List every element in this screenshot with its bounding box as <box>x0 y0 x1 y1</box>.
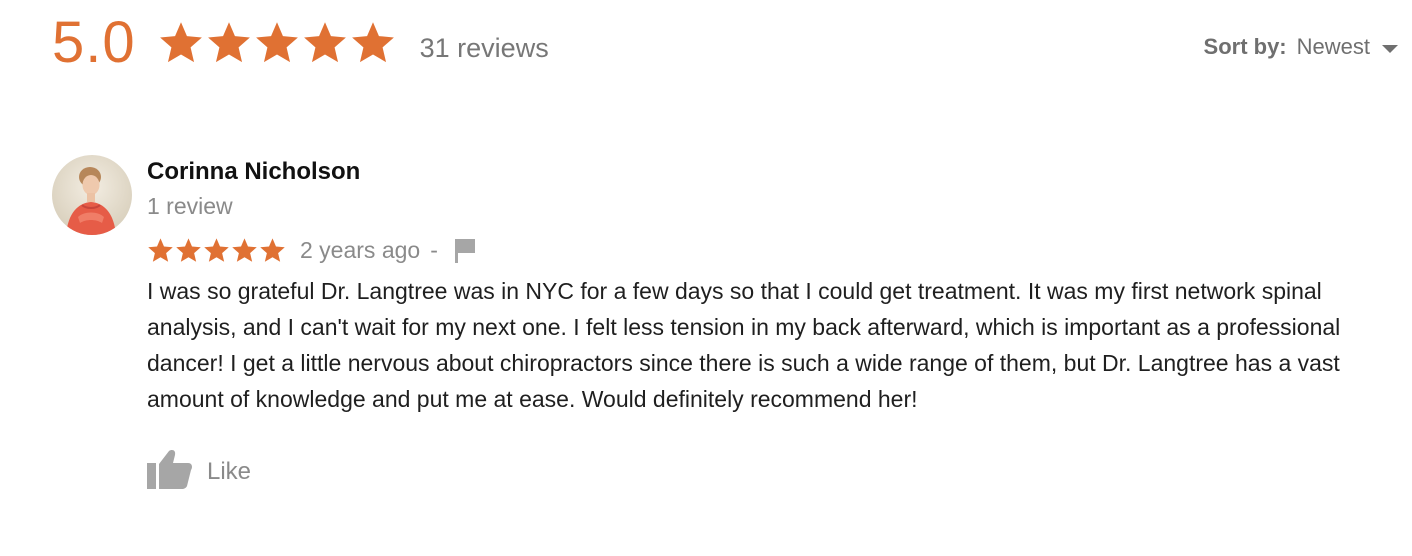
reviewer-name[interactable]: Corinna Nicholson <box>147 157 1377 187</box>
avatar-image <box>52 155 132 235</box>
star-icon <box>260 237 285 262</box>
meta-separator: - <box>430 236 438 263</box>
average-score: 5.0 <box>52 10 136 75</box>
star-icon <box>204 237 229 262</box>
like-label: Like <box>207 457 252 485</box>
review-meta: 2 years ago - <box>147 235 1377 265</box>
rating-summary: 5.0 31 reviews <box>52 0 549 86</box>
star-icon <box>207 22 250 63</box>
star-icon <box>176 237 201 262</box>
reviewer-review-count: 1 review <box>147 193 233 219</box>
like-button[interactable]: Like <box>147 449 1377 494</box>
sort-value: Newest <box>1296 34 1370 59</box>
flag-icon[interactable] <box>454 237 476 263</box>
star-icon <box>148 237 173 262</box>
star-icon <box>255 22 298 63</box>
sort-dropdown[interactable]: Sort by: Newest <box>1204 34 1398 60</box>
sort-label: Sort by: <box>1203 34 1287 59</box>
thumbs-up-icon <box>147 449 193 494</box>
review-text: I was so grateful Dr. Langtree was in NY… <box>147 278 1341 412</box>
star-icon <box>159 22 202 63</box>
total-review-count: 31 reviews <box>419 32 549 63</box>
star-icon <box>303 22 346 63</box>
summary-stars <box>158 20 396 66</box>
avatar[interactable] <box>52 155 132 235</box>
star-icon <box>351 22 394 63</box>
review-body: Corinna Nicholson 1 review 2 years ago -… <box>147 155 1377 494</box>
chevron-down-icon <box>1382 44 1398 53</box>
review-stars <box>147 237 286 264</box>
star-icon <box>232 237 257 262</box>
review-time: 2 years ago <box>300 236 421 263</box>
